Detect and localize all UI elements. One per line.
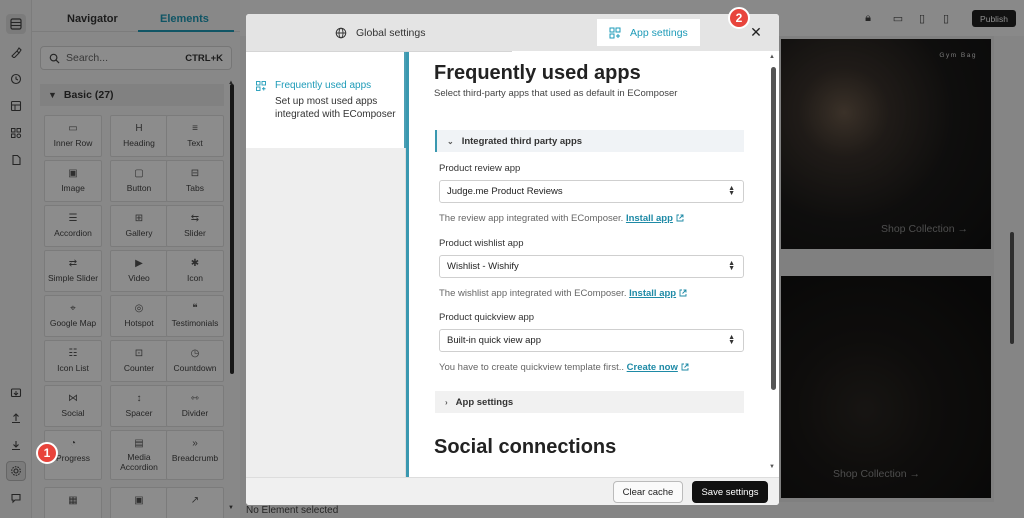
step-badge-2: 2 [728,7,750,29]
quickview-app-select[interactable]: Built-in quick view app ▲ ▼ [439,329,744,352]
sidebar-item-frequently-used-apps[interactable]: Frequently used apps Set up most used ap… [246,52,406,148]
wishlist-app-label: Product wishlist app [439,238,524,249]
quickview-app-value: Built-in quick view app [447,335,541,346]
select-arrows-icon: ▲ ▼ [728,260,735,272]
create-quickview-link[interactable]: Create now [627,362,678,373]
accordion-integrated-apps[interactable]: ⌄ Integrated third party apps [435,130,744,152]
wishlist-app-help: The wishlist app integrated with ECompos… [439,288,687,299]
install-review-app-link[interactable]: Install app [626,213,673,224]
modal-tabs: Global settings App settings ✕ [246,14,779,53]
wishlist-app-value: Wishlist - Wishify [447,261,519,272]
select-arrows-icon: ▲ ▼ [728,185,735,197]
quickview-app-help: You have to create quickview template fi… [439,362,689,373]
quickview-app-label: Product quickview app [439,312,535,323]
section-social-title: Social connections [434,436,617,458]
chevron-right-icon: › [445,397,448,407]
page-title: Frequently used apps [434,62,641,84]
modal-footer: Clear cache Save settings [246,477,779,505]
wishlist-app-help-text: The wishlist app integrated with ECompos… [439,288,627,299]
quickview-app-help-text: You have to create quickview template fi… [439,362,624,373]
chevron-down-icon: ⌄ [447,136,454,146]
step-badge-1: 1 [36,442,58,464]
modal-sidebar: Frequently used apps Set up most used ap… [246,52,406,477]
select-arrows-icon: ▲ ▼ [728,334,735,346]
external-link-icon [681,363,689,371]
review-app-help: The review app integrated with EComposer… [439,213,684,224]
external-link-icon [676,214,684,222]
clear-cache-button[interactable]: Clear cache [613,481,683,503]
apps-grid-icon [256,81,266,91]
install-wishlist-app-link[interactable]: Install app [629,288,676,299]
scroll-up-arrow-icon[interactable]: ▲ [769,54,775,60]
review-app-label: Product review app [439,163,521,174]
accordion-app-settings[interactable]: › App settings [435,391,744,413]
modal-scrollbar[interactable] [771,67,776,390]
tab-global-settings-label: Global settings [356,26,426,39]
accordion-integrated-apps-label: Integrated third party apps [461,135,583,147]
settings-modal: Global settings App settings ✕ Frequentl… [246,14,779,505]
tab-app-settings[interactable]: App settings [597,19,700,46]
modal-content: Frequently used apps Select third-party … [406,52,779,477]
tab-global-settings[interactable]: Global settings [335,14,425,51]
save-settings-button[interactable]: Save settings [692,481,768,503]
wishlist-app-select[interactable]: Wishlist - Wishify ▲ ▼ [439,255,744,278]
sidebar-item-title: Frequently used apps [275,80,372,91]
review-app-value: Judge.me Product Reviews [447,186,563,197]
apps-grid-icon [609,27,621,38]
accordion-app-settings-label: App settings [455,396,514,408]
tab-app-settings-label: App settings [630,26,688,39]
page-subtitle: Select third-party apps that used as def… [434,88,678,99]
scroll-down-arrow-icon[interactable]: ▼ [769,464,775,470]
external-link-icon [679,289,687,297]
globe-icon [335,27,347,38]
sidebar-item-description: Set up most used apps integrated with EC… [275,96,396,120]
close-icon[interactable]: ✕ [750,25,762,39]
review-app-select[interactable]: Judge.me Product Reviews ▲ ▼ [439,180,744,203]
review-app-help-text: The review app integrated with EComposer… [439,213,624,224]
